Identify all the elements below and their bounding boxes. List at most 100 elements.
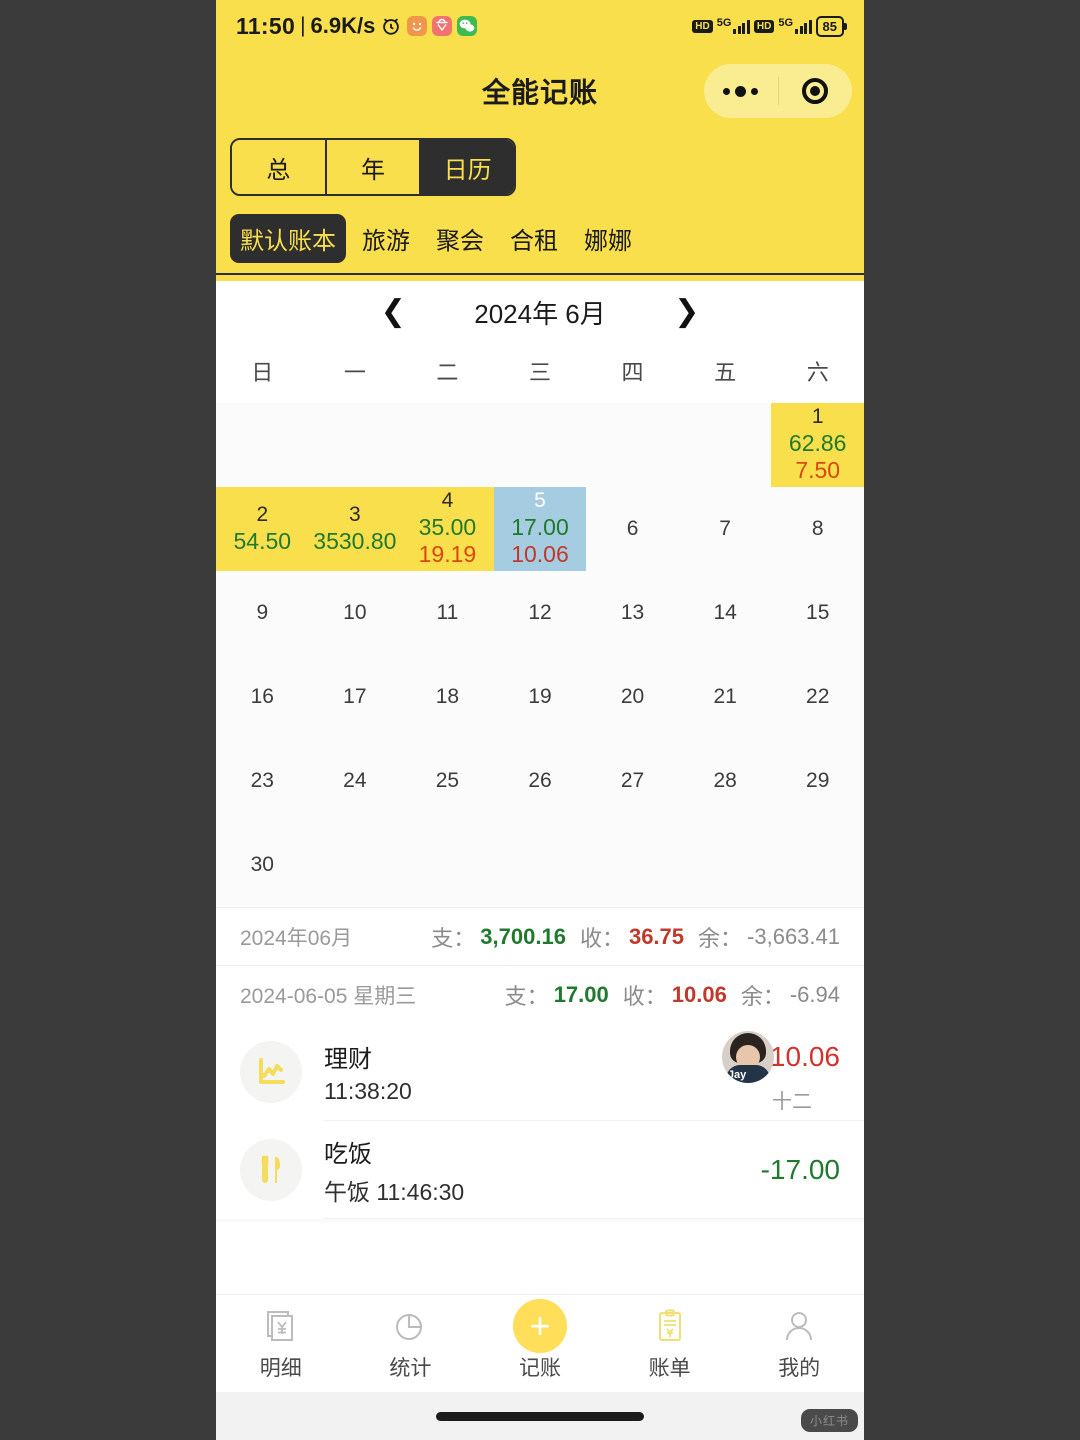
calendar-day-cell[interactable]: 17: [308, 655, 402, 739]
weekday-thu: 四: [621, 360, 644, 385]
signal-bars-1: [733, 19, 750, 34]
alarm-clock-icon: [380, 15, 402, 37]
calendar-day-cell[interactable]: 16: [216, 655, 309, 739]
calendar-day-cell[interactable]: 21: [678, 655, 772, 739]
miniprogram-capsule[interactable]: [704, 64, 852, 118]
book-tab-default[interactable]: 默认账本: [230, 214, 346, 263]
hd-badge-2: HD: [753, 19, 775, 33]
transaction-category: 吃饭: [324, 1140, 372, 1168]
add-record-button[interactable]: +: [512, 1299, 567, 1353]
signal-bars-2: [795, 19, 812, 34]
calendar-day-cell[interactable]: 1 62.86 7.50: [771, 403, 864, 487]
day-income-amount: 62.86: [788, 430, 847, 457]
calendar-day-cell[interactable]: 4 35.00 19.19: [401, 487, 494, 571]
book-tab-party[interactable]: 聚会: [426, 214, 494, 263]
month-income-label: 收：: [579, 925, 624, 951]
segment-year[interactable]: 年: [326, 140, 422, 194]
month-summary-date: 2024年06月: [240, 926, 353, 950]
calendar-day-cell[interactable]: 24: [308, 739, 402, 823]
calendar-day-cell[interactable]: 7: [678, 487, 772, 571]
month-expense-label: 支：: [431, 925, 476, 951]
tab-profile[interactable]: 我的: [734, 1305, 864, 1382]
row-divider: [324, 1218, 864, 1219]
next-month-button[interactable]: ❯: [670, 297, 704, 327]
calendar-empty-cell: [308, 823, 402, 907]
day-number: 6: [626, 516, 639, 540]
plus-icon: +: [512, 1299, 567, 1353]
prev-month-button[interactable]: ❮: [376, 297, 410, 327]
calendar-day-cell[interactable]: 27: [586, 739, 679, 823]
day-number: 12: [528, 600, 552, 624]
calendar-day-cell[interactable]: 3 3530.80: [308, 487, 402, 571]
calendar-day-cell[interactable]: 6: [586, 487, 679, 571]
day-number: 21: [713, 684, 737, 708]
network-speed: 6.9K/s: [310, 13, 376, 38]
transaction-amount-block: Jay 10.06 十二: [721, 1030, 840, 1114]
month-summary-values: 支： 3,700.16 收： 36.75 余： -3,663.41: [431, 921, 840, 953]
tab-statistics[interactable]: 统计: [346, 1305, 476, 1382]
avatar: Jay: [721, 1030, 774, 1083]
close-miniprogram-button[interactable]: [779, 78, 853, 104]
calendar-day-cell[interactable]: 29: [771, 739, 864, 823]
home-indicator-area: 小红书: [216, 1392, 864, 1440]
calendar-day-cell[interactable]: 2 54.50: [216, 487, 309, 571]
day-number: 20: [620, 684, 645, 708]
calendar-day-cell[interactable]: 18: [401, 655, 494, 739]
calendar-panel: ❮ 2024年 6月 ❯ 日 一 二 三 四 五 六 1 62.86 7.50 2 54…: [216, 281, 864, 907]
day-number: 1: [811, 405, 824, 429]
line-chart-icon: [240, 1041, 302, 1103]
calendar-day-cell[interactable]: 14: [678, 571, 772, 655]
transaction-info: 理财 11:38:20: [324, 1039, 722, 1105]
calendar-empty-cell: [493, 403, 587, 487]
calendar-day-cell[interactable]: 15: [771, 571, 864, 655]
day-number: 9: [256, 600, 269, 624]
calendar-day-cell[interactable]: 22: [771, 655, 864, 739]
transaction-row-meal[interactable]: 吃饭 午饭 11:46:30 -17.00: [216, 1121, 864, 1219]
segment-total[interactable]: 总: [232, 140, 327, 194]
calendar-empty-cell: [401, 403, 494, 487]
day-income-amount: 17.00: [511, 514, 569, 541]
calendar-day-cell[interactable]: 8: [771, 487, 864, 571]
tab-bills[interactable]: 账单: [605, 1305, 735, 1382]
status-bar-left: 11:50 | 6.9K/s: [236, 13, 686, 40]
calendar-day-cell[interactable]: 28: [678, 739, 772, 823]
tab-add-record[interactable]: + 记账: [475, 1299, 605, 1382]
month-summary-row: 2024年06月 支： 3,700.16 收： 36.75 余： -3,663.41: [216, 907, 864, 965]
transaction-row-investment[interactable]: 理财 11:38:20 Jay 10.06 十二: [216, 1023, 864, 1121]
month-expense-value: 3,700.16: [480, 923, 566, 949]
calendar-day-cell[interactable]: 26: [493, 739, 587, 823]
day-number: 19: [528, 684, 552, 708]
bottom-tab-bar: 明细 统计 + 记账 账单 我的: [216, 1294, 864, 1392]
calendar-empty-cell: [493, 823, 587, 907]
calendar-day-cell[interactable]: 9: [216, 571, 309, 655]
calendar-day-cell[interactable]: 5 17.00 10.06: [493, 487, 587, 571]
calendar-day-cell[interactable]: 10: [308, 571, 402, 655]
book-tab-nana[interactable]: 娜娜: [574, 214, 642, 263]
calendar-day-cell[interactable]: 12: [493, 571, 587, 655]
calendar-day-cell[interactable]: 30: [216, 823, 309, 907]
pie-chart-icon: [392, 1305, 428, 1347]
watermark: 小红书: [800, 1409, 858, 1432]
tab-details[interactable]: 明细: [216, 1305, 346, 1382]
calendar-day-cell[interactable]: 11: [401, 571, 494, 655]
calendar-day-cell[interactable]: 19: [493, 655, 587, 739]
day-number: 13: [620, 600, 645, 624]
calendar-day-cell[interactable]: 20: [586, 655, 679, 739]
book-tab-travel[interactable]: 旅游: [352, 214, 420, 263]
weekday-fri: 五: [714, 360, 737, 385]
book-tab-shared-rent[interactable]: 合租: [500, 214, 568, 263]
more-menu-button[interactable]: [704, 85, 778, 97]
view-mode-segmented-control[interactable]: 总 年 日历: [230, 138, 516, 196]
calendar-day-cell[interactable]: 13: [586, 571, 679, 655]
calendar-empty-cell: [586, 403, 679, 487]
home-indicator[interactable]: [436, 1411, 644, 1421]
calendar-day-cell[interactable]: 23: [216, 739, 309, 823]
more-dots-icon: [723, 85, 759, 97]
tab-label: 记账: [518, 1357, 561, 1380]
tab-label: 统计: [389, 1357, 432, 1380]
segment-calendar[interactable]: 日历: [421, 140, 514, 194]
weekday-mon: 一: [343, 360, 366, 385]
calendar-day-cell[interactable]: 25: [401, 739, 494, 823]
day-number: 4: [441, 489, 454, 513]
transaction-time: 11:38:20: [324, 1078, 412, 1104]
